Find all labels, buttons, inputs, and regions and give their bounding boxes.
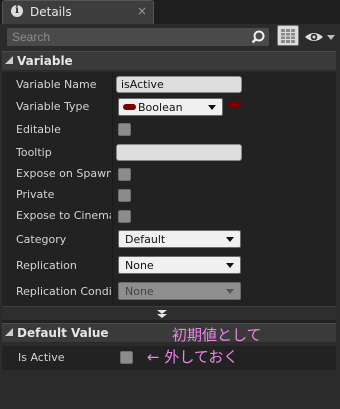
property-label: Expose on Spawn bbox=[16, 167, 111, 180]
replication-condition-combo: None bbox=[118, 282, 241, 300]
chevron-down-icon bbox=[327, 35, 335, 40]
property-label: Replication Condition bbox=[16, 285, 111, 298]
property-row: Variable Type Boolean bbox=[0, 98, 334, 116]
chevron-down-icon bbox=[208, 105, 216, 110]
combo-value: None bbox=[125, 285, 154, 298]
property-label: Private bbox=[16, 188, 55, 201]
collapse-arrow-icon bbox=[5, 56, 13, 64]
info-icon: i bbox=[11, 5, 23, 17]
section-title: Variable bbox=[17, 54, 73, 68]
property-row: Replication Condition None bbox=[0, 282, 334, 302]
tooltip-field[interactable] bbox=[116, 144, 242, 161]
variable-section-header[interactable]: Variable bbox=[2, 51, 336, 70]
section-title: Default Value bbox=[17, 326, 109, 340]
default-value-section-header[interactable]: Default Value bbox=[2, 323, 336, 342]
property-label: Expose to Cinematics bbox=[16, 209, 111, 222]
close-icon[interactable]: × bbox=[137, 4, 147, 18]
property-label: Variable Name bbox=[16, 78, 97, 91]
combo-value: None bbox=[125, 259, 154, 272]
property-matrix-icon bbox=[281, 29, 295, 43]
property-row: Variable Name isActive bbox=[0, 76, 334, 94]
visibility-filter-button[interactable] bbox=[304, 29, 336, 45]
expose-to-cinematics-checkbox[interactable] bbox=[118, 210, 131, 223]
combo-value: Boolean bbox=[138, 101, 183, 114]
property-row: Tooltip bbox=[0, 144, 334, 162]
property-label: Category bbox=[16, 233, 67, 246]
variable-name-field[interactable]: isActive bbox=[116, 76, 242, 93]
is-active-checkbox[interactable] bbox=[120, 351, 133, 364]
category-combo[interactable]: Default bbox=[118, 230, 241, 248]
property-label: Editable bbox=[16, 123, 61, 136]
annotation-line-1: 初期値として bbox=[172, 326, 262, 344]
property-label: Is Active bbox=[18, 351, 65, 364]
tab-label: Details bbox=[30, 5, 72, 19]
tab-bar: i Details × bbox=[0, 0, 340, 24]
property-label: Variable Type bbox=[16, 100, 90, 113]
private-checkbox[interactable] bbox=[118, 189, 131, 202]
details-panel: Variable Variable Name isActive Variable… bbox=[0, 24, 340, 409]
combo-value: Default bbox=[125, 233, 166, 246]
annotation-line-2: ← 外しておく bbox=[147, 348, 239, 366]
property-row: Expose to Cinematics bbox=[0, 207, 334, 225]
property-label: Replication bbox=[16, 259, 77, 272]
tab-details[interactable]: i Details × bbox=[2, 0, 154, 24]
property-row: Editable bbox=[0, 121, 334, 139]
expose-on-spawn-checkbox[interactable] bbox=[118, 168, 131, 181]
property-matrix-button[interactable] bbox=[277, 25, 299, 46]
advanced-expander[interactable] bbox=[2, 306, 336, 320]
property-row: Replication None bbox=[0, 256, 334, 276]
variable-type-combo[interactable]: Boolean bbox=[118, 98, 223, 116]
eye-icon bbox=[305, 33, 335, 41]
search-input[interactable] bbox=[7, 28, 243, 46]
property-row: Private bbox=[0, 186, 334, 204]
boolean-pin-icon bbox=[123, 104, 136, 110]
chevron-down-icon bbox=[226, 237, 234, 242]
property-label: Tooltip bbox=[16, 146, 52, 159]
search-box bbox=[6, 27, 270, 47]
editable-checkbox[interactable] bbox=[118, 123, 131, 136]
chevron-down-icon bbox=[226, 289, 234, 294]
chevron-down-icon bbox=[226, 263, 234, 268]
property-row: Expose on Spawn bbox=[0, 165, 334, 183]
container-type-pin-icon[interactable] bbox=[228, 102, 241, 108]
search-icon[interactable] bbox=[251, 30, 265, 44]
property-row: Category Default bbox=[0, 230, 334, 250]
collapse-arrow-icon bbox=[5, 328, 13, 336]
replication-combo[interactable]: None bbox=[118, 256, 241, 274]
expand-arrows-icon bbox=[157, 310, 167, 318]
